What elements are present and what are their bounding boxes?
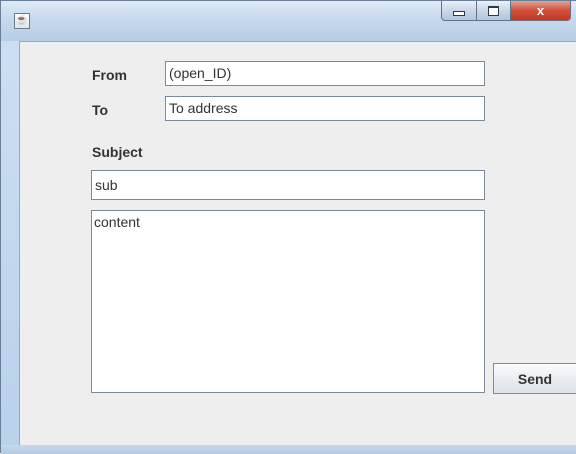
java-cup-icon[interactable]: ☕ (14, 13, 30, 29)
maximize-button[interactable] (477, 1, 511, 21)
send-button[interactable]: Send (493, 363, 576, 394)
window-controls: x (441, 1, 571, 25)
minimize-icon (453, 11, 465, 16)
subject-field[interactable]: sub (91, 170, 485, 200)
maximize-icon (488, 5, 499, 16)
minimize-button[interactable] (441, 1, 477, 21)
content-textarea[interactable]: content (91, 210, 485, 393)
from-field[interactable]: (open_ID) (165, 61, 485, 86)
subject-label: Subject (92, 144, 143, 160)
to-label: To (92, 102, 109, 118)
app-window: ☕ x From (open_ID) To To address Subject… (0, 0, 576, 454)
close-button[interactable]: x (511, 1, 571, 21)
to-field[interactable]: To address (165, 96, 485, 121)
title-bar[interactable]: ☕ x (1, 1, 576, 41)
close-icon: x (536, 3, 545, 18)
from-label: From (92, 67, 127, 83)
